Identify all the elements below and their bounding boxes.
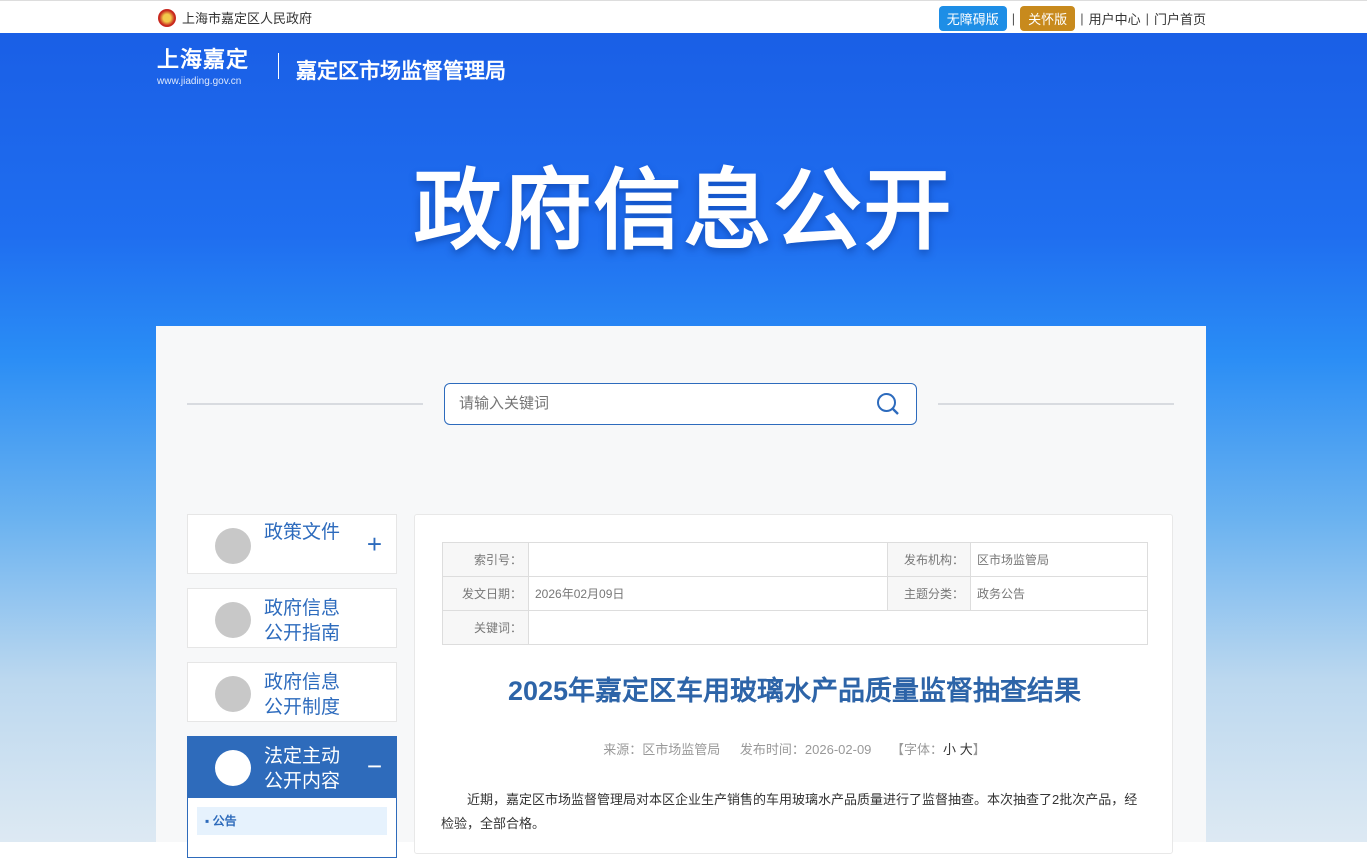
separator: | bbox=[1145, 11, 1149, 26]
national-emblem-icon bbox=[158, 8, 176, 27]
bureau-name: 嘉定区市场监督管理局 bbox=[296, 60, 506, 83]
font-small-button[interactable]: 小 bbox=[943, 742, 956, 757]
date-value: 2026年02月09日 bbox=[528, 576, 888, 611]
publisher-label: 发布机构： bbox=[887, 542, 971, 577]
divider bbox=[187, 403, 423, 405]
font-bracket: 】 bbox=[972, 742, 986, 757]
sidebar-item-system[interactable]: 政府信息公开制度 bbox=[187, 662, 397, 722]
font-size-control: 【字体：小 大】 bbox=[891, 742, 986, 757]
divider bbox=[938, 403, 1174, 405]
care-version-button[interactable]: 关怀版 bbox=[1020, 6, 1076, 31]
accessible-version-button[interactable]: 无障碍版 bbox=[938, 6, 1007, 31]
sidebar-item-label: 法定主动公开内容 bbox=[264, 746, 341, 792]
article-source: 来源：区市场监管局 bbox=[603, 742, 721, 757]
keywords-value bbox=[528, 610, 1148, 645]
document-star-icon bbox=[215, 528, 251, 564]
user-center-link[interactable]: 用户中心 bbox=[1089, 9, 1141, 28]
sidebar-item-label: 政府信息公开制度 bbox=[264, 672, 341, 718]
subitem-label: 公告 bbox=[212, 814, 237, 828]
star-badge-icon bbox=[215, 676, 251, 712]
logo-url: www.jiading.gov.cn bbox=[157, 76, 242, 87]
sidebar-subitem-announcement[interactable]: ▪ 公告 bbox=[197, 807, 387, 835]
portal-home-link[interactable]: 门户首页 bbox=[1154, 9, 1206, 28]
separator: | bbox=[1080, 11, 1084, 26]
article-meta: 来源：区市场监管局 发布时间：2026-02-09 【字体：小 大】 bbox=[415, 739, 1174, 758]
date-label: 发文日期： bbox=[442, 576, 529, 611]
sidebar-item-guide[interactable]: 政府信息公开指南 bbox=[187, 588, 397, 648]
font-label: 【字体： bbox=[891, 742, 944, 757]
font-large-button[interactable]: 大 bbox=[960, 742, 973, 757]
separator: | bbox=[1011, 11, 1016, 26]
info-table: 索引号： 发布机构： 区市场监管局 发文日期： 2026年02月09日 主题分类： 政务公… bbox=[442, 542, 1148, 645]
sidebar-item-label: 政策文件 bbox=[264, 522, 341, 543]
article-panel: 索引号： 发布机构： 区市场监管局 发文日期： 2026年02月09日 主题分类： 政务公… bbox=[414, 514, 1173, 854]
divider bbox=[278, 53, 279, 79]
sidebar-item-statutory-content[interactable]: 法定主动公开内容 − bbox=[187, 736, 397, 798]
expand-icon[interactable]: + bbox=[367, 529, 382, 559]
top-bar: 上海市嘉定区人民政府 无障碍版 | 关怀版 | 用户中心 | 门户首页 bbox=[0, 0, 1367, 33]
sidebar-submenu: ▪ 公告 bbox=[187, 798, 397, 858]
topic-value: 政务公告 bbox=[970, 576, 1148, 611]
publish-time: 发布时间：2026-02-09 bbox=[739, 742, 872, 757]
logo-text: 上海嘉定 bbox=[157, 47, 250, 72]
collapse-icon[interactable]: − bbox=[367, 751, 382, 781]
list-document-icon bbox=[215, 750, 251, 786]
index-value bbox=[528, 542, 888, 577]
hero-title: 政府信息公开 bbox=[413, 161, 954, 260]
sidebar: 政策文件 + 政府信息公开指南 政府信息公开制度 法定主动公开内容 − ▪ 公告 bbox=[187, 514, 397, 858]
search-icon[interactable] bbox=[876, 392, 900, 416]
sidebar-item-policy-docs[interactable]: 政策文件 + bbox=[187, 514, 397, 574]
topic-label: 主题分类： bbox=[887, 576, 971, 611]
site-logo[interactable]: 上海嘉定 www.jiading.gov.cn bbox=[157, 42, 249, 87]
gov-name: 上海市嘉定区人民政府 bbox=[182, 11, 313, 26]
search-input[interactable] bbox=[459, 384, 859, 422]
index-label: 索引号： bbox=[442, 542, 529, 577]
document-star-icon bbox=[215, 602, 251, 638]
gov-link[interactable]: 上海市嘉定区人民政府 bbox=[158, 8, 312, 27]
sidebar-item-label: 政府信息公开指南 bbox=[264, 598, 341, 644]
content-card: 政策文件 + 政府信息公开指南 政府信息公开制度 法定主动公开内容 − ▪ 公告… bbox=[156, 326, 1206, 858]
article-body: 近期，嘉定区市场监督管理局对本区企业生产销售的车用玻璃水产品质量进行了监督抽查。… bbox=[441, 792, 1138, 831]
keywords-label: 关键词： bbox=[442, 610, 529, 645]
publisher-value: 区市场监管局 bbox=[970, 542, 1148, 577]
article-title: 2025年嘉定区车用玻璃水产品质量监督抽查结果 bbox=[507, 676, 1082, 706]
search-box bbox=[444, 383, 917, 425]
